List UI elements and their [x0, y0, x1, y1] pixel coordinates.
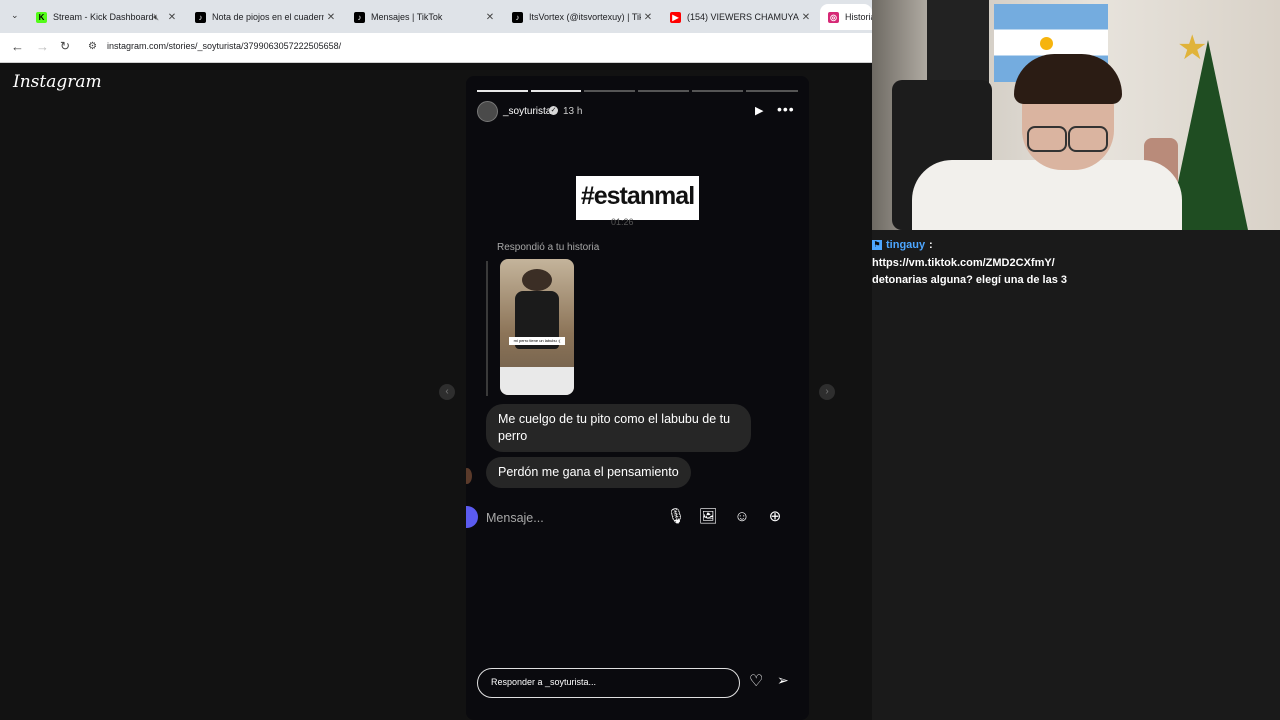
story-progress-segment	[531, 90, 581, 92]
previous-story-icon[interactable]: ‹	[439, 384, 455, 400]
url-field[interactable]: instagram.com/stories/_soyturista/379906…	[107, 41, 341, 51]
chat-separator: :	[929, 239, 933, 251]
story-thumbnail[interactable]: mi perro tiene un labubu :(	[500, 259, 574, 395]
tab-title: Nota de piojos en el cuaderno	[212, 12, 324, 22]
tab-title: (154) VIEWERS CHAMUYANDO	[687, 12, 799, 22]
avatar[interactable]	[477, 101, 498, 122]
close-tab-icon[interactable]: ✕	[165, 12, 179, 23]
reload-icon[interactable]: ↻	[60, 39, 70, 53]
tiktok-icon: ♪	[512, 11, 523, 23]
hanging-clothes	[927, 0, 989, 88]
close-tab-icon[interactable]: ✕	[641, 12, 655, 23]
sticker-icon[interactable]: ☺	[732, 507, 752, 527]
white-shirt	[912, 160, 1182, 230]
more-options-icon[interactable]: •••	[777, 101, 795, 117]
back-arrow-icon[interactable]: ←	[11, 39, 24, 54]
site-info-icon[interactable]: ⚙	[88, 41, 97, 52]
hashtag-time: 01:26	[611, 217, 634, 227]
close-tab-icon[interactable]: ✕	[483, 12, 497, 23]
youtube-icon: ▶	[670, 11, 681, 23]
instagram-icon: ◎	[828, 11, 839, 23]
message-input[interactable]: Mensaje...	[486, 511, 544, 525]
tiktok-icon: ♪	[195, 11, 206, 23]
tab-title: Historias	[845, 12, 872, 22]
story-progress-segment	[584, 90, 635, 92]
instagram-logo[interactable]: Instagram	[13, 72, 102, 92]
chat-message-text: detonarias alguna? elegí una de las 3	[872, 274, 1068, 286]
story-viewer: _soyturista ✓ 13 h ▶ ••• #estanmal 01:26…	[466, 76, 809, 720]
flag-sun	[1040, 37, 1053, 50]
thumbnail-caption: mi perro tiene un labubu :(	[509, 337, 565, 345]
add-icon[interactable]: ⊕	[765, 507, 785, 527]
floor-area	[500, 367, 574, 395]
glasses-right	[1068, 126, 1108, 152]
story-progress-segment	[692, 90, 743, 92]
chat-username[interactable]: tingauy	[886, 239, 925, 251]
tab-kick-dashboard[interactable]: K Stream - Kick Dashboard 🔇︎ ✕	[28, 4, 183, 30]
person-head	[522, 269, 552, 291]
instagram-page: Instagram ‹ › _soyturista ✓ 13 h ▶ ••• #…	[0, 63, 872, 720]
send-icon[interactable]: ➢	[777, 672, 789, 689]
story-progress-segment	[477, 90, 528, 92]
glasses-left	[1027, 126, 1067, 152]
image-icon[interactable]: 🖼︎	[698, 507, 718, 527]
forward-arrow-icon[interactable]: →	[36, 39, 49, 54]
hashtag-banner: #estanmal	[576, 176, 699, 220]
reply-placeholder: Responder a _soyturista...	[491, 677, 597, 687]
next-story-icon[interactable]: ›	[819, 384, 835, 400]
verified-badge-icon: ✓	[549, 106, 558, 115]
tab-title: ItsVortex (@itsvortexuy) | TikTok	[529, 12, 641, 22]
tab-title: Mensajes | TikTok	[371, 12, 443, 22]
stream-chat-panel: ⚑ tingauy : https://vm.tiktok.com/ZMD2CX…	[872, 230, 1280, 720]
story-progress-segment	[746, 90, 798, 92]
tab-mensajes-tiktok[interactable]: ♪ Mensajes | TikTok ✕	[346, 4, 501, 30]
microphone-icon[interactable]: 🎙︎	[666, 507, 686, 527]
tab-itsvortex-tiktok[interactable]: ♪ ItsVortex (@itsvortexuy) | TikTok ✕	[504, 4, 659, 30]
story-progress-segment	[638, 90, 689, 92]
browser-tab-bar: ⌄ K Stream - Kick Dashboard 🔇︎ ✕ ♪ Nota …	[0, 0, 872, 33]
chat-badge-icon: ⚑	[872, 240, 882, 250]
tab-youtube-viewers[interactable]: ▶ (154) VIEWERS CHAMUYANDO ✕	[662, 4, 817, 30]
hashtag-text: #estanmal	[580, 182, 695, 210]
kick-icon: K	[36, 11, 47, 23]
tab-list-chevron-icon[interactable]: ⌄	[11, 10, 19, 21]
chat-message-link[interactable]: https://vm.tiktok.com/ZMD2CXfmY/	[872, 257, 1055, 269]
webcam-overlay: ★	[872, 0, 1280, 230]
camera-icon[interactable]	[466, 506, 478, 528]
tiktok-icon: ♪	[354, 11, 365, 23]
replied-label: Respondió a tu historia	[497, 242, 600, 253]
message-bubble: Perdón me gana el pensamiento	[486, 457, 691, 488]
close-tab-icon[interactable]: ✕	[324, 12, 338, 23]
star-icon: ★	[1177, 29, 1208, 67]
address-bar: ← → ↻ ⚙ instagram.com/stories/_soyturist…	[0, 33, 872, 63]
message-bubble: Me cuelgo de tu pito como el labubu de t…	[486, 404, 751, 452]
story-time-ago: 13 h	[563, 106, 583, 117]
sender-avatar	[466, 468, 472, 484]
like-heart-icon[interactable]: ♡	[749, 671, 763, 691]
muted-speaker-icon[interactable]: 🔇︎	[153, 12, 159, 23]
tab-title: Stream - Kick Dashboard	[53, 12, 154, 22]
streamer-hair	[1014, 54, 1122, 104]
message-composer: Mensaje... 🎙︎ 🖼︎ ☺ ⊕	[466, 501, 801, 536]
story-reply-input[interactable]: Responder a _soyturista...	[477, 668, 740, 698]
quote-bar	[486, 261, 488, 396]
tab-instagram-historias[interactable]: ◎ Historias	[820, 4, 872, 30]
play-icon[interactable]: ▶	[755, 104, 763, 117]
tab-nota-piojos[interactable]: ♪ Nota de piojos en el cuaderno ✕	[187, 4, 342, 30]
close-tab-icon[interactable]: ✕	[799, 12, 813, 23]
story-username[interactable]: _soyturista	[503, 106, 551, 117]
